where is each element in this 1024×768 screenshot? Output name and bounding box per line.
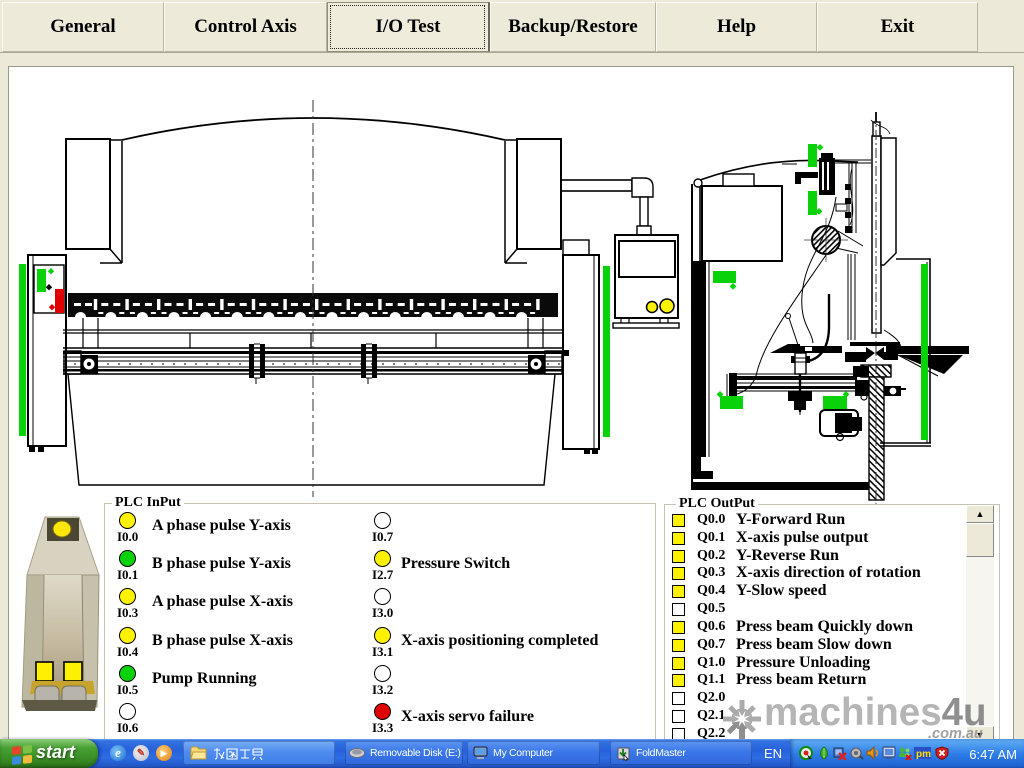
svg-text:pm: pm [916,749,931,760]
